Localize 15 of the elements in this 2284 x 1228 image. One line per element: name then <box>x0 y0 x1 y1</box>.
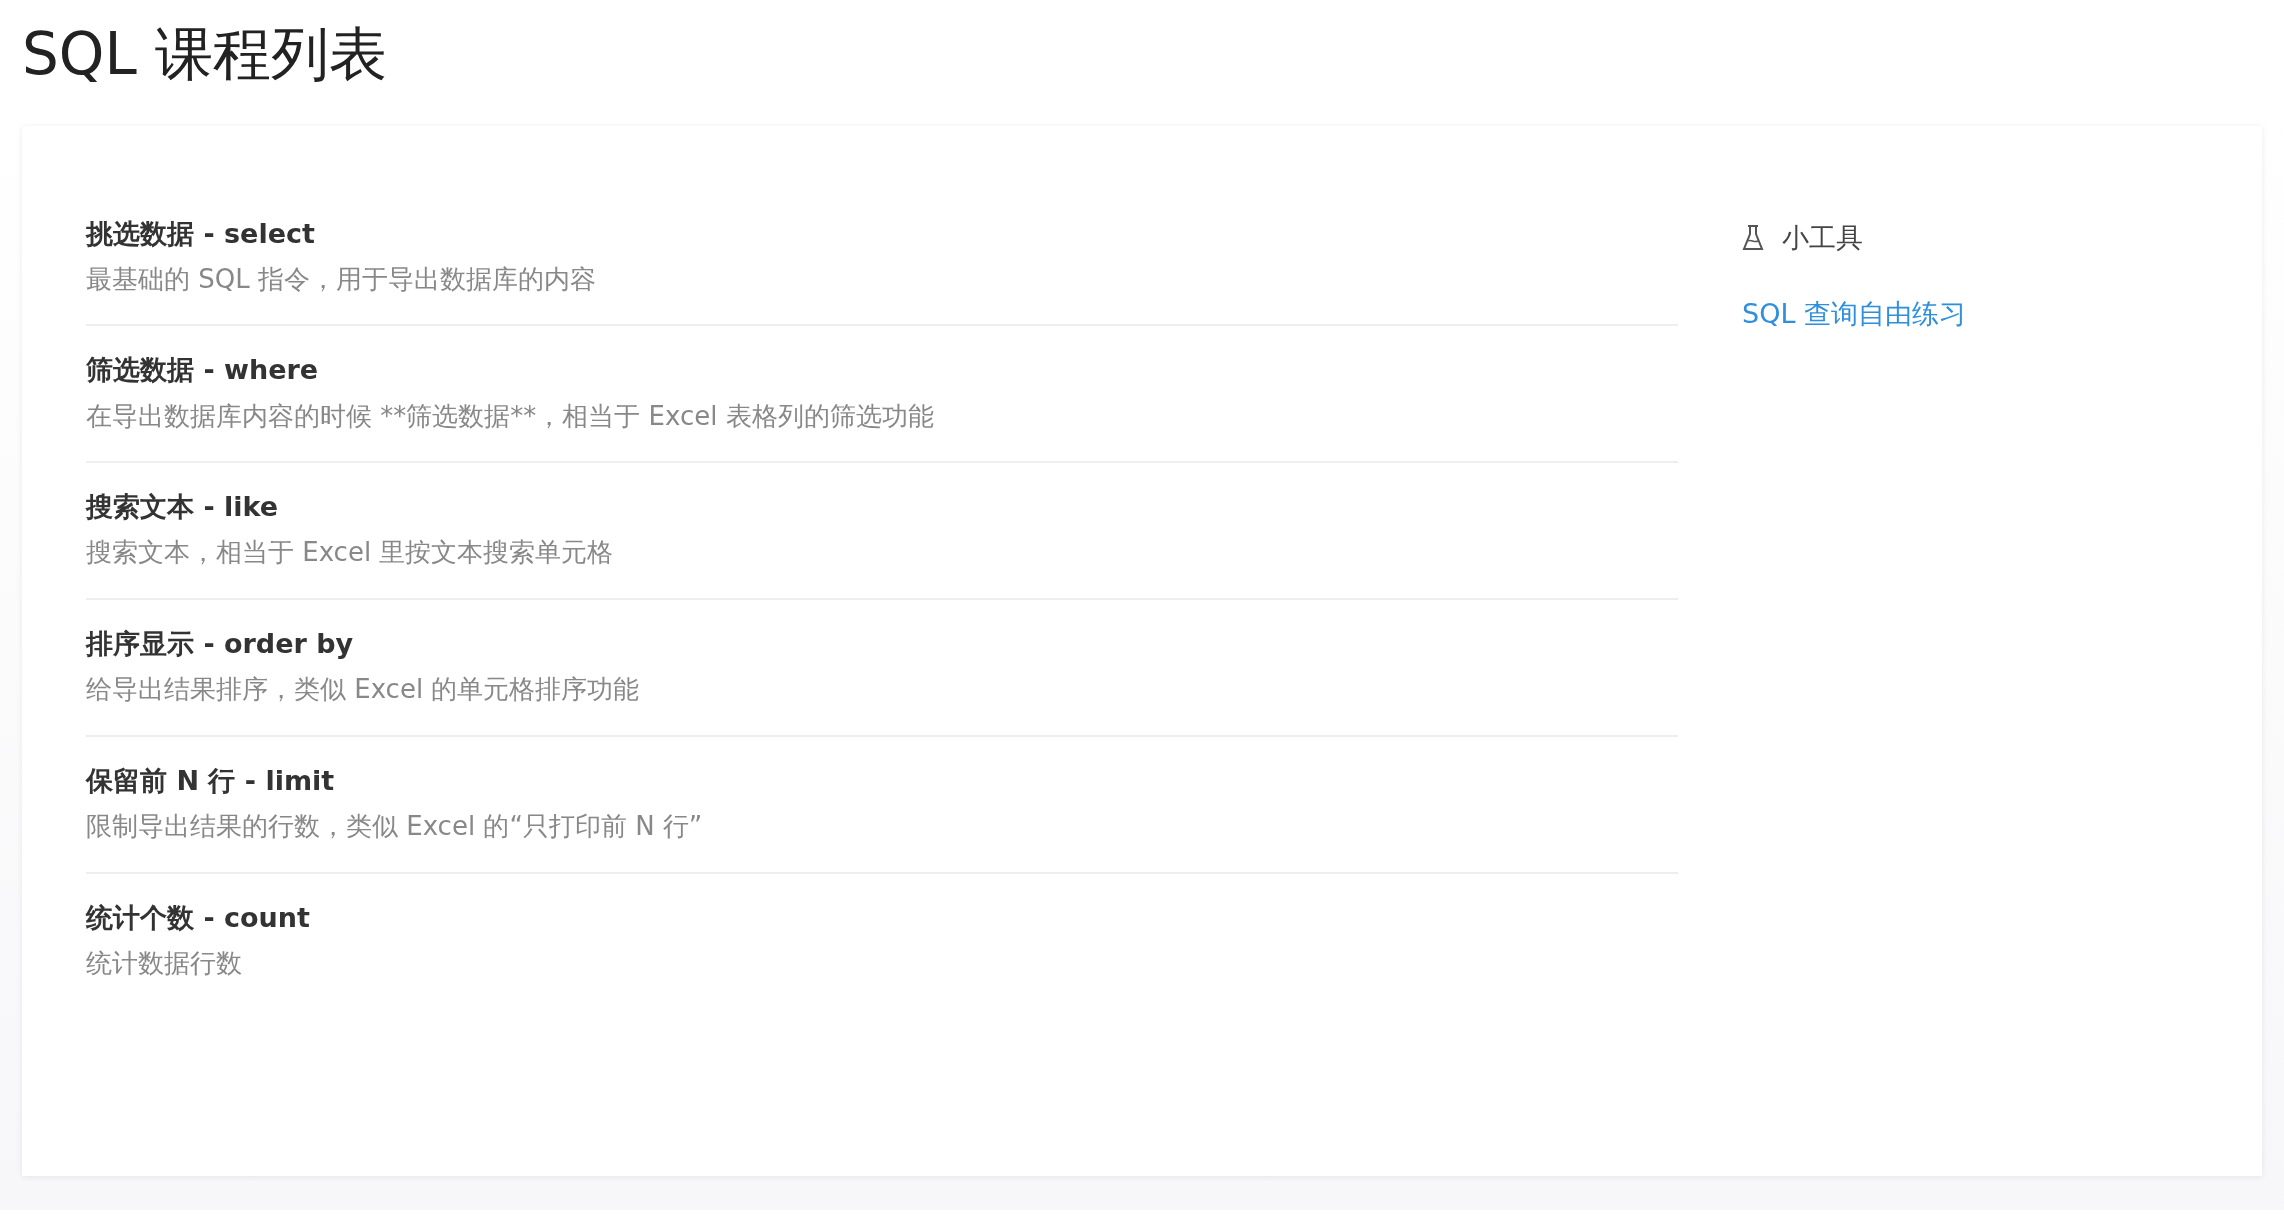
lesson-title[interactable]: 保留前 N 行 - limit <box>86 763 1678 799</box>
page-title: SQL 课程列表 <box>21 19 389 90</box>
lesson-title[interactable]: 搜索文本 - like <box>86 489 1678 525</box>
lesson-description: 在导出数据库内容的时候 **筛选数据**，相当于 Excel 表格列的筛选功能 <box>86 399 935 433</box>
lesson-description: 限制导出结果的行数，类似 Excel 的“只打印前 N 行” <box>86 810 704 844</box>
lesson-description: 给导出结果排序，类似 Excel 的单元格排序功能 <box>86 673 641 707</box>
lesson-title[interactable]: 统计个数 - count <box>86 900 1678 936</box>
lesson-description: 搜索文本，相当于 Excel 里按文本搜索单元格 <box>86 536 615 570</box>
lesson-title[interactable]: 排序显示 - order by <box>86 626 1678 662</box>
flask-icon <box>1742 224 1764 251</box>
lesson-description: 最基础的 SQL 指令，用于导出数据库的内容 <box>86 262 597 296</box>
sidebar-heading: 小工具 <box>1782 220 1863 255</box>
lesson-title[interactable]: 挑选数据 - select <box>86 215 1678 251</box>
lesson-description: 统计数据行数 <box>86 947 243 981</box>
lesson-title[interactable]: 筛选数据 - where <box>86 352 1678 388</box>
